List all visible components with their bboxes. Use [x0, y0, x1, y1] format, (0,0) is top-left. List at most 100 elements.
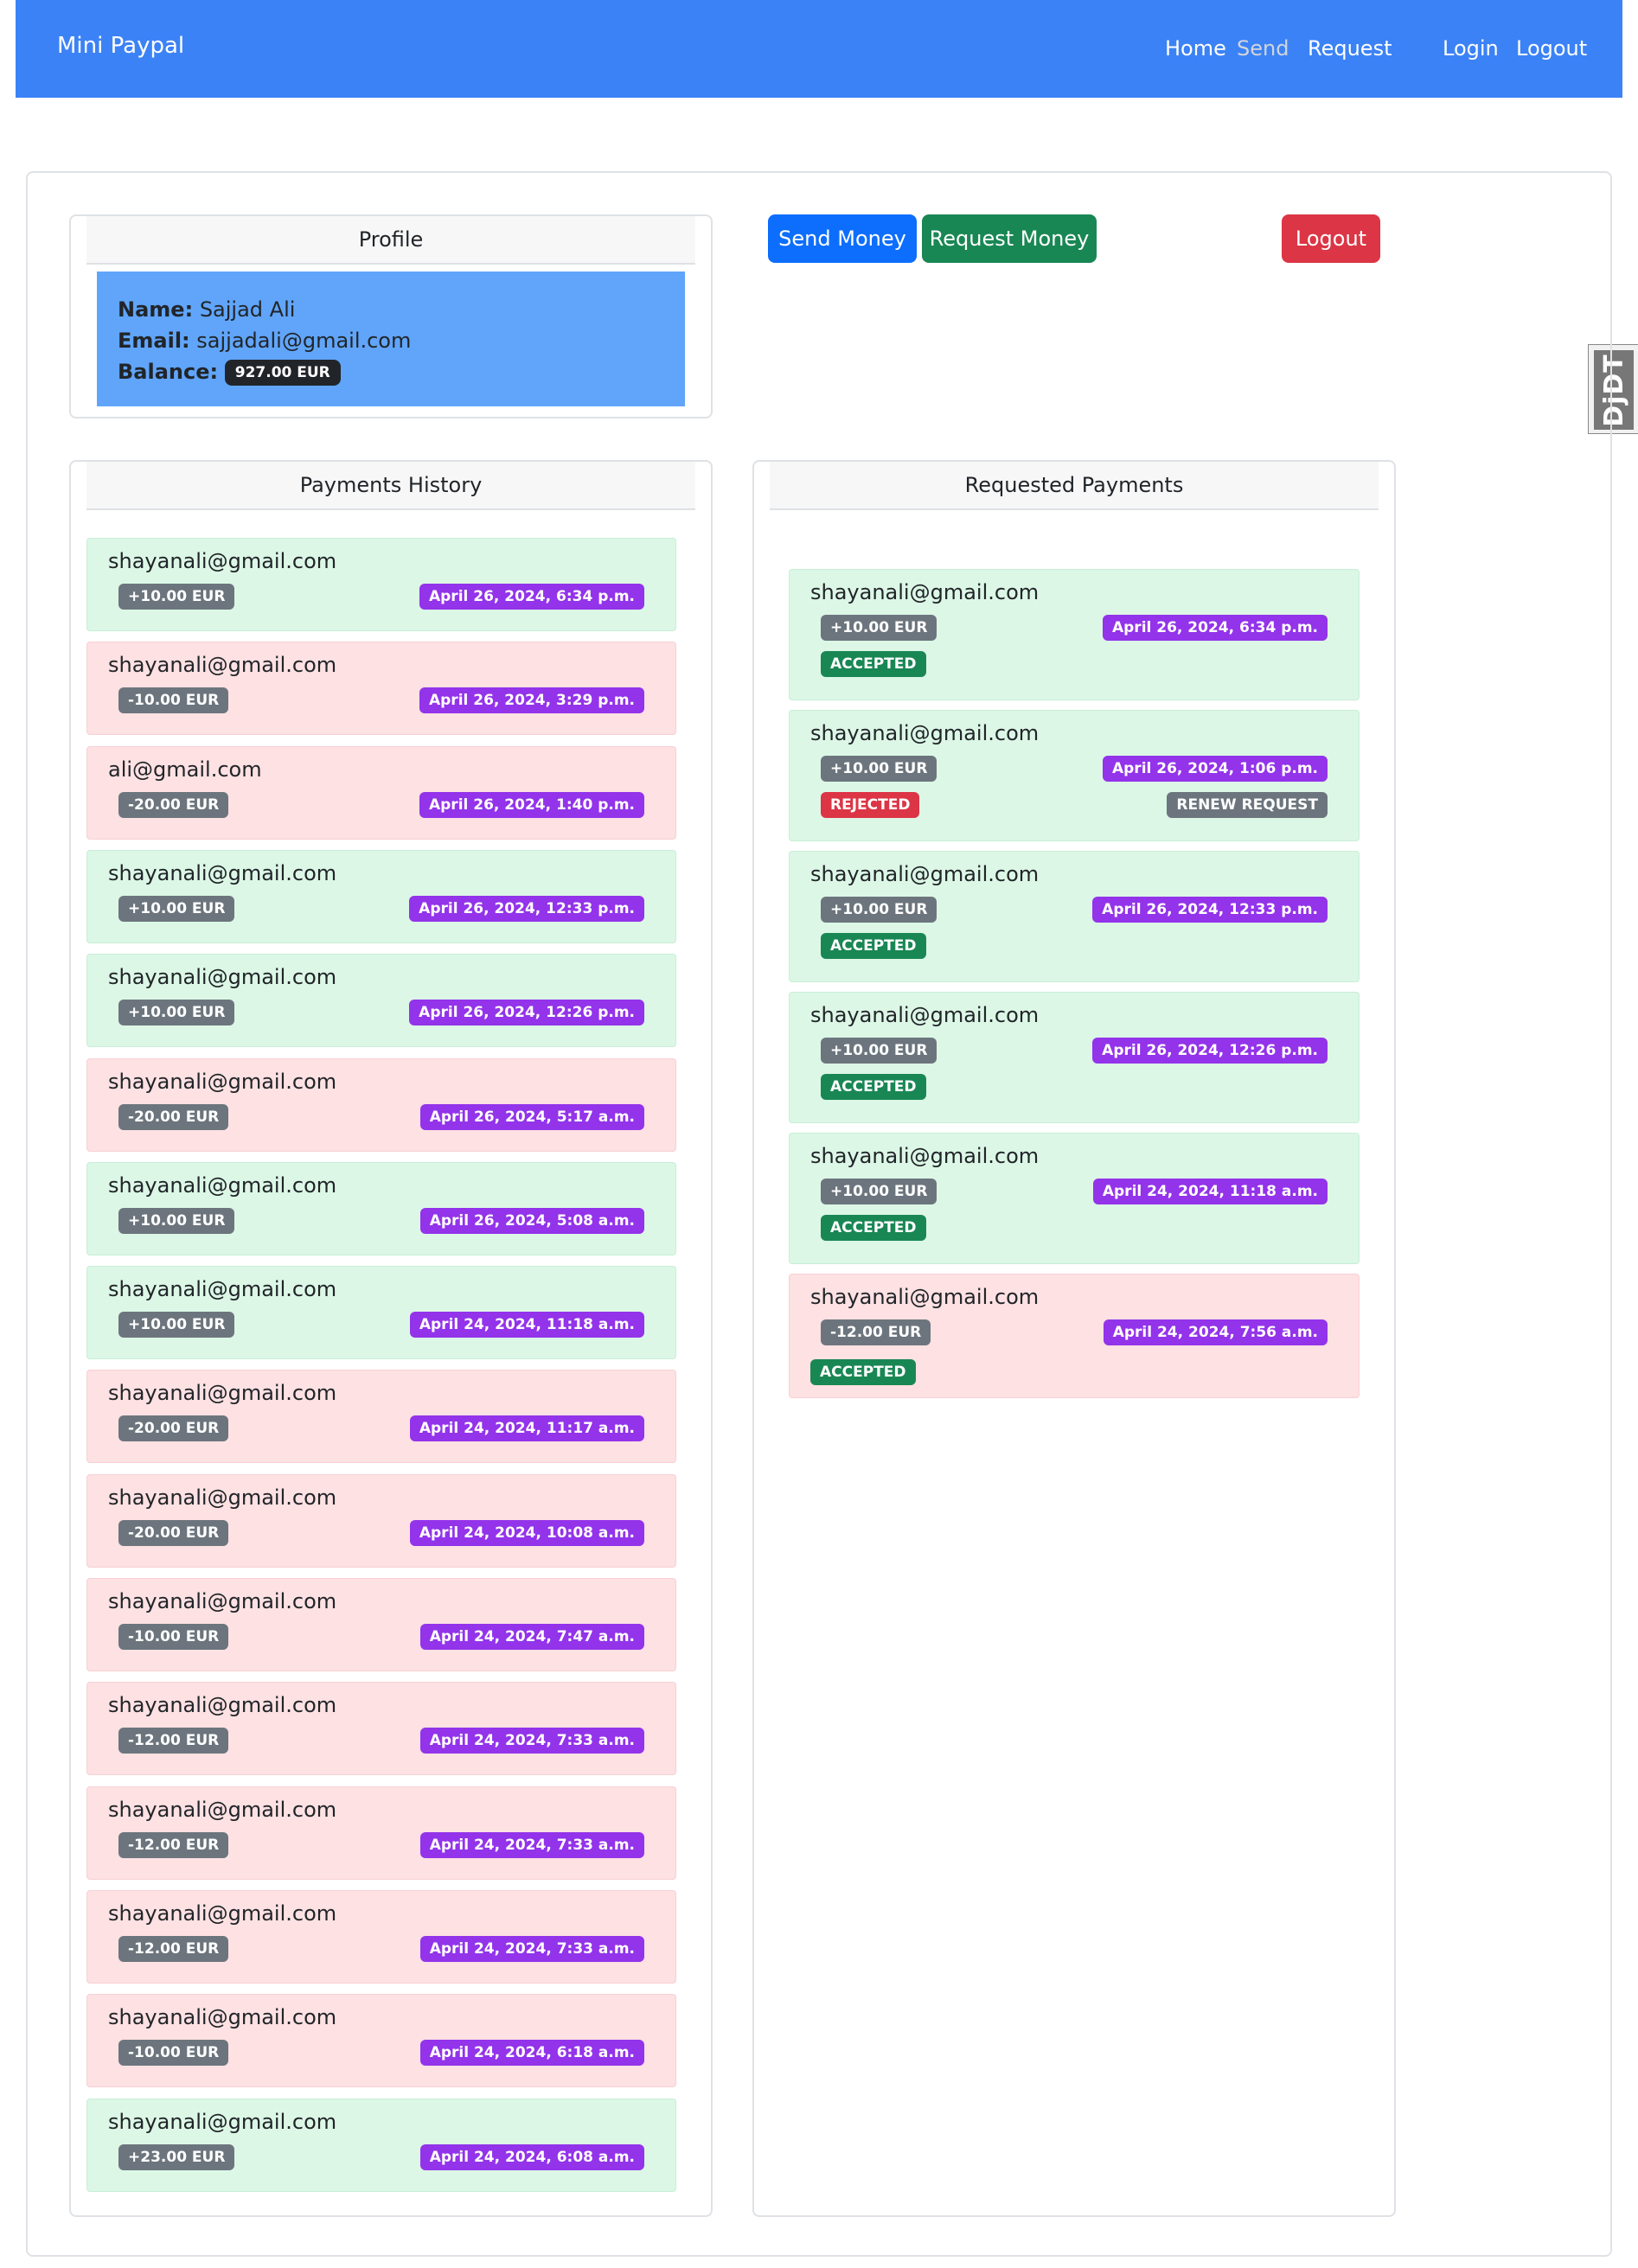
history-item: shayanali@gmail.com -20.00 EUR April 24, 2…	[86, 1473, 676, 1568]
nav-send[interactable]: Send	[1237, 36, 1289, 61]
email-label: Email:	[118, 329, 190, 353]
history-item: shayanali@gmail.com +10.00 EUR April 24, 2…	[86, 1266, 676, 1360]
history-item: shayanali@gmail.com -20.00 EUR April 24, 2…	[86, 1370, 676, 1464]
request-status-badge: ACCEPTED	[810, 1359, 916, 1385]
history-date-badge: April 26, 2024, 6:34 p.m.	[419, 584, 644, 610]
history-amount-badge: +10.00 EUR	[118, 1312, 235, 1338]
history-date-badge: April 24, 2024, 11:17 a.m.	[409, 1415, 644, 1442]
history-amount-badge: -12.00 EUR	[118, 1728, 229, 1754]
request-email: shayanali@gmail.com	[810, 1003, 1040, 1027]
nav-logout[interactable]: Logout	[1516, 36, 1587, 61]
history-email: shayanali@gmail.com	[108, 2109, 337, 2134]
request-amount-badge: +10.00 EUR	[821, 897, 937, 923]
request-amount-badge: +10.00 EUR	[821, 1179, 937, 1204]
request-item: shayanali@gmail.com +10.00 EUR April 26, 2…	[789, 569, 1360, 700]
history-amount-badge: -10.00 EUR	[118, 1624, 229, 1650]
history-date-badge: April 26, 2024, 12:26 p.m.	[409, 1000, 644, 1026]
request-date-badge: April 26, 2024, 6:34 p.m.	[1102, 615, 1328, 641]
request-email: shayanali@gmail.com	[810, 1144, 1040, 1168]
history-email: shayanali@gmail.com	[108, 965, 337, 990]
history-date-badge: April 26, 2024, 5:08 a.m.	[419, 1207, 644, 1234]
nav-login[interactable]: Login	[1443, 36, 1499, 61]
history-amount-badge: +10.00 EUR	[118, 1000, 235, 1026]
request-date-badge: April 24, 2024, 11:18 a.m.	[1092, 1179, 1328, 1204]
navbar: Mini Paypal Home Send Request Login Logo…	[16, 0, 1622, 98]
history-email: shayanali@gmail.com	[108, 1172, 337, 1198]
request-email: shayanali@gmail.com	[810, 721, 1040, 745]
history-amount-badge: +10.00 EUR	[118, 1207, 235, 1234]
request-money-button[interactable]: Request Money	[922, 214, 1097, 263]
request-amount-badge: +10.00 EUR	[821, 615, 937, 641]
history-item: ali@gmail.com -20.00 EUR April 26, 2024, 1…	[86, 745, 676, 840]
request-item: shayanali@gmail.com +10.00 EUR April 24, 2…	[789, 1133, 1360, 1264]
history-email: shayanali@gmail.com	[108, 1485, 337, 1510]
history-email: shayanali@gmail.com	[108, 1901, 337, 1926]
history-item: shayanali@gmail.com -10.00 EUR April 24, 2…	[86, 1578, 676, 1671]
history-email: shayanali@gmail.com	[108, 653, 337, 678]
history-amount-badge: -20.00 EUR	[118, 1519, 229, 1546]
request-status-badge: ACCEPTED	[821, 651, 926, 677]
request-status-badge: ACCEPTED	[821, 1074, 926, 1100]
history-amount-badge: -20.00 EUR	[118, 791, 229, 818]
balance-badge: 927.00 EUR	[224, 360, 341, 386]
profile-name-row: Name: Sajjad Ali	[118, 294, 664, 325]
profile-header: Profile	[86, 216, 695, 265]
request-email: shayanali@gmail.com	[810, 862, 1040, 886]
nav-home[interactable]: Home	[1165, 36, 1226, 61]
history-item: shayanali@gmail.com -12.00 EUR April 24, 2…	[86, 1682, 676, 1776]
request-date-badge: April 26, 2024, 12:33 p.m.	[1092, 897, 1328, 923]
history-date-badge: April 24, 2024, 7:33 a.m.	[419, 1728, 644, 1754]
profile-email: sajjadali@gmail.com	[196, 329, 412, 353]
history-date-badge: April 24, 2024, 7:33 a.m.	[419, 1831, 644, 1858]
history-email: shayanali@gmail.com	[108, 1797, 337, 1822]
history-amount-badge: -20.00 EUR	[118, 1103, 229, 1130]
send-money-button[interactable]: Send Money	[768, 214, 917, 263]
history-item: shayanali@gmail.com -20.00 EUR April 26, 2…	[86, 1057, 676, 1152]
history-amount-badge: +10.00 EUR	[118, 584, 235, 610]
profile-details: Name: Sajjad Ali Email: sajjadali@gmail.…	[97, 272, 685, 406]
payments-history-header: Payments History	[86, 462, 695, 510]
nav-request[interactable]: Request	[1308, 36, 1392, 61]
history-date-badge: April 26, 2024, 1:40 p.m.	[419, 791, 644, 818]
balance-label: Balance:	[118, 360, 219, 384]
history-email: shayanali@gmail.com	[108, 2005, 337, 2030]
request-status-badge: ACCEPTED	[821, 1215, 926, 1241]
request-amount-badge: -12.00 EUR	[821, 1319, 931, 1345]
history-item: shayanali@gmail.com +23.00 EUR April 24, 2…	[86, 2098, 676, 2192]
history-amount-badge: -12.00 EUR	[118, 1935, 229, 1962]
profile-email-row: Email: sajjadali@gmail.com	[118, 325, 664, 356]
request-date-badge: April 26, 2024, 12:26 p.m.	[1092, 1038, 1328, 1064]
history-item: shayanali@gmail.com +10.00 EUR April 26, 2…	[86, 538, 676, 631]
history-email: shayanali@gmail.com	[108, 1277, 337, 1302]
request-item: shayanali@gmail.com +10.00 EUR April 26, 2…	[789, 992, 1360, 1123]
requested-payments-card: Requested Payments shayanali@gmail.com +1…	[752, 460, 1396, 2217]
history-item: shayanali@gmail.com +10.00 EUR April 26, 2…	[86, 954, 676, 1048]
history-amount-badge: +10.00 EUR	[118, 895, 235, 922]
history-amount-badge: -10.00 EUR	[118, 687, 229, 714]
logout-button[interactable]: Logout	[1282, 214, 1380, 263]
history-date-badge: April 24, 2024, 6:18 a.m.	[419, 2040, 644, 2067]
history-item: shayanali@gmail.com -12.00 EUR April 24, 2…	[86, 1889, 676, 1984]
profile-name: Sajjad Ali	[199, 297, 296, 322]
history-item: shayanali@gmail.com +10.00 EUR April 26, 2…	[86, 849, 676, 943]
request-amount-badge: +10.00 EUR	[821, 1038, 937, 1064]
request-item: shayanali@gmail.com +10.00 EUR April 26, 2…	[789, 710, 1360, 841]
request-date-badge: April 26, 2024, 1:06 p.m.	[1102, 756, 1328, 782]
requested-payments-header: Requested Payments	[770, 462, 1379, 510]
history-amount-badge: -20.00 EUR	[118, 1415, 229, 1442]
main-container: Profile Name: Sajjad Ali Email: sajjadal…	[26, 171, 1612, 2257]
request-item: shayanali@gmail.com -12.00 EUR April 24, 2…	[789, 1274, 1360, 1398]
request-status-badge: ACCEPTED	[821, 933, 926, 959]
history-email: shayanali@gmail.com	[108, 860, 337, 885]
history-item: shayanali@gmail.com -12.00 EUR April 24, 2…	[86, 1786, 676, 1880]
payments-history-card: Payments History shayanali@gmail.com +10.…	[69, 460, 713, 2217]
history-item: shayanali@gmail.com +10.00 EUR April 26, 2…	[86, 1161, 676, 1255]
history-email: shayanali@gmail.com	[108, 1589, 337, 1613]
history-amount-badge: -10.00 EUR	[118, 2040, 229, 2067]
history-date-badge: April 24, 2024, 7:33 a.m.	[419, 1935, 644, 1962]
request-status-badge: REJECTED	[821, 792, 920, 818]
brand-link[interactable]: Mini Paypal	[57, 33, 184, 59]
history-email: shayanali@gmail.com	[108, 549, 337, 573]
renew-request-button[interactable]: RENEW REQUEST	[1167, 792, 1328, 818]
request-date-badge: April 24, 2024, 7:56 a.m.	[1103, 1319, 1328, 1345]
